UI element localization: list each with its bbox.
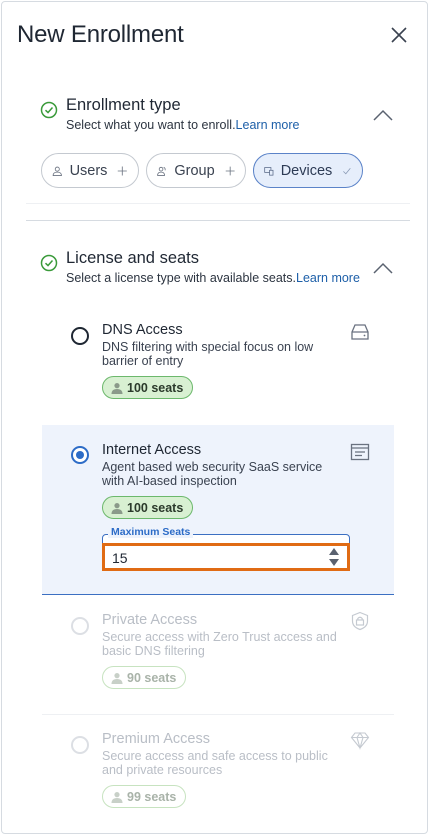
license-description: Agent based web security SaaS service wi… [102,460,323,488]
license-radio [71,617,89,635]
license-name: Premium Access [102,731,210,747]
learn-more-link[interactable]: Learn more [296,271,360,285]
enroll-option-group[interactable]: Group [146,153,246,188]
browser-icon [350,443,370,461]
learn-more-link[interactable]: Learn more [236,118,300,132]
devices-icon [264,166,274,176]
lock-icon [351,611,369,631]
seats-badge: 100 seats [102,376,194,399]
page-title: New Enrollment [17,21,184,48]
user-icon [111,672,123,684]
user-icon [111,791,123,803]
check-circle-icon [40,101,58,119]
section-shadow [26,203,410,204]
chevron-up-icon[interactable] [372,262,394,274]
stepper-icon[interactable] [328,546,340,568]
plus-icon [225,166,235,175]
license-option-dns-access[interactable]: DNS Access DNS filtering with special fo… [42,307,394,417]
enrollment-panel: New Enrollment Enrollment type Select wh… [1,1,428,834]
check-circle-icon [40,254,58,272]
enroll-option-label: Group [174,162,215,179]
seats-badge: 99 seats [102,785,187,808]
seats-badge: 100 seats [102,496,194,519]
seats-badge: 90 seats [102,666,187,689]
enrollment-type-subtitle: Select what you want to enroll.Learn mor… [66,118,300,132]
plus-icon [118,165,128,176]
user-icon [111,382,123,394]
license-name: Internet Access [102,442,202,458]
license-option-private-access: Private Access Secure access with Zero T… [42,602,394,712]
license-name: Private Access [102,612,198,628]
server-icon [351,324,369,340]
license-description: Secure access and safe access to public … [102,749,328,777]
license-separator [42,714,394,715]
enrollment-type-title: Enrollment type [66,96,181,114]
license-radio [71,736,89,754]
section-divider [26,220,410,221]
license-description: DNS filtering with special focus on low … [102,340,314,368]
max-seats-input[interactable]: 15 [102,543,350,571]
license-option-premium-access: Premium Access Secure access and safe ac… [42,722,394,832]
user-icon [52,166,62,176]
check-icon [343,167,351,174]
license-name: DNS Access [102,322,183,338]
close-icon[interactable] [390,26,408,44]
chevron-up-icon[interactable] [372,109,394,121]
enroll-option-label: Devices [280,162,333,179]
license-subtitle: Select a license type with available sea… [66,271,360,285]
license-description: Secure access with Zero Trust access and… [102,630,337,658]
diamond-icon [350,732,370,750]
enrollment-type-header: Enrollment type Select what you want to … [40,96,299,132]
max-seats-field: Maximum Seats 15 [102,526,350,572]
license-radio[interactable] [71,327,89,345]
license-title: License and seats [66,249,200,267]
max-seats-label: Maximum Seats [108,526,194,538]
enroll-option-label: Users [69,162,108,179]
license-radio[interactable] [71,446,89,464]
group-icon [157,166,166,176]
enroll-option-users[interactable]: Users [41,153,139,188]
enroll-option-devices[interactable]: Devices [253,153,363,188]
user-icon [111,502,123,514]
license-header: License and seats Select a license type … [40,249,360,285]
